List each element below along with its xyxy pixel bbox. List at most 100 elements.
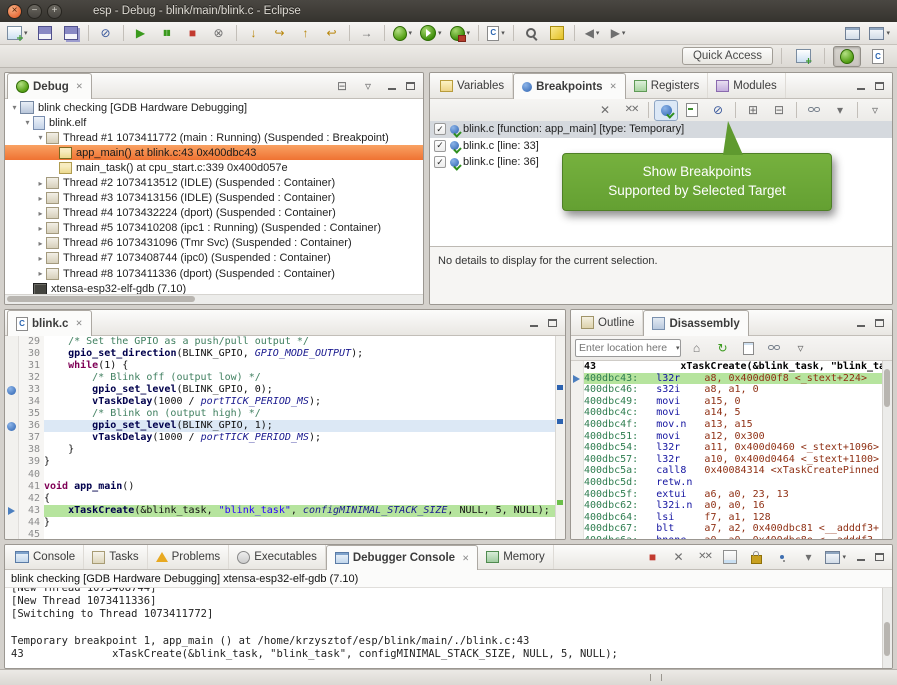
- code-line[interactable]: void app_main(): [44, 481, 555, 493]
- debug-tree-row[interactable]: ▾blink.elf: [5, 115, 423, 130]
- gutter-row[interactable]: [5, 432, 18, 444]
- debug-tree-row[interactable]: ▸Thread #2 1073413512 (IDLE) (Suspended …: [5, 175, 423, 190]
- save-button[interactable]: [33, 23, 57, 44]
- debug-perspective-button[interactable]: [833, 46, 861, 67]
- disassembly-row[interactable]: 400dbc62: l32i.n a0, a0, 16: [584, 500, 882, 512]
- clear-console-button[interactable]: [718, 547, 742, 568]
- tab-breakpoints[interactable]: Breakpoints✕: [513, 73, 626, 99]
- disassembly-view-menu-button[interactable]: ▿: [789, 338, 813, 359]
- forward-button[interactable]: ▶▾: [606, 23, 630, 44]
- code-line[interactable]: [44, 529, 555, 539]
- code-line[interactable]: /* Set the GPIO as a push/pull output */: [44, 336, 555, 348]
- maximize-view-button[interactable]: [871, 315, 888, 331]
- expander-collapsed-icon[interactable]: ▸: [35, 179, 46, 188]
- window-maximize-button[interactable]: +: [47, 4, 62, 19]
- debug-tree-row[interactable]: app_main() at blink.c:43 0x400dbc43: [5, 145, 423, 160]
- cpp-perspective-button[interactable]: C: [865, 46, 891, 67]
- disassembly-row[interactable]: 400dbc67: blt a7, a2, 0x400dbc81 <__addd…: [584, 523, 882, 535]
- tab-blink-c[interactable]: C blink.c ✕: [7, 310, 92, 336]
- display-selected-console-button[interactable]: ▾: [796, 547, 820, 568]
- minimize-view-button[interactable]: [525, 315, 542, 331]
- new-button[interactable]: ▾: [4, 23, 31, 44]
- scroll-lock-button[interactable]: [744, 547, 768, 568]
- code-line[interactable]: }: [44, 456, 555, 468]
- disassembly-row[interactable]: 400dbc5a: call8 0x40084314 <xTaskCreateP…: [584, 465, 882, 477]
- save-all-button[interactable]: [59, 23, 83, 44]
- gutter-row[interactable]: [5, 396, 18, 408]
- code-line[interactable]: /* Blink on (output high) */: [44, 408, 555, 420]
- location-combo[interactable]: ▾: [575, 339, 681, 357]
- debug-tree-row[interactable]: ▸Thread #6 1073431096 (Tmr Svc) (Suspend…: [5, 236, 423, 251]
- code-line[interactable]: gpio_set_direction(BLINK_GPIO, GPIO_MODE…: [44, 348, 555, 360]
- expander-collapsed-icon[interactable]: ▸: [35, 254, 46, 263]
- debug-tree-row[interactable]: main_task() at cpu_start.c:339 0x400d057…: [5, 160, 423, 175]
- quick-access-button[interactable]: Quick Access: [682, 47, 773, 65]
- breakpoint-checkbox[interactable]: ✓: [434, 140, 446, 152]
- expander-collapsed-icon[interactable]: ▸: [35, 269, 46, 278]
- pin-console-button[interactable]: [770, 547, 794, 568]
- collapse-all-button[interactable]: ⊟: [330, 75, 354, 96]
- editor-gutter[interactable]: [5, 336, 19, 539]
- debug-horizontal-scrollbar[interactable]: [5, 294, 423, 304]
- refresh-disassembly-button[interactable]: ↻: [711, 338, 735, 359]
- show-source-button[interactable]: [737, 338, 761, 359]
- debug-tree-row[interactable]: ▾Thread #1 1073411772 (main : Running) (…: [5, 130, 423, 145]
- editor-overview-ruler[interactable]: [555, 336, 565, 539]
- group-by-button[interactable]: ▾: [828, 100, 852, 121]
- gutter-row[interactable]: [5, 529, 18, 539]
- console-scrollbar[interactable]: [882, 588, 892, 668]
- gutter-row[interactable]: [5, 336, 18, 348]
- window-close-button[interactable]: ×: [7, 4, 22, 19]
- scrollbar-thumb[interactable]: [7, 296, 195, 302]
- terminate-button[interactable]: ■: [181, 23, 205, 44]
- gutter-row[interactable]: [5, 384, 18, 396]
- disassembly-row[interactable]: 400dbc64: lsi f7, a1, 128: [584, 512, 882, 524]
- scrollbar-thumb[interactable]: [884, 622, 890, 656]
- editor-area-restore-button[interactable]: ▾: [866, 23, 893, 44]
- drop-to-frame-button[interactable]: ↩: [320, 23, 344, 44]
- terminate-console-button[interactable]: ■: [640, 547, 664, 568]
- gutter-row[interactable]: [5, 456, 18, 468]
- mark-occurrences-button[interactable]: [545, 23, 569, 44]
- debug-tree-row[interactable]: ▸Thread #8 1073411336 (dport) (Suspended…: [5, 266, 423, 281]
- breakpoint-checkbox[interactable]: ✓: [434, 123, 446, 135]
- search-button[interactable]: [519, 23, 543, 44]
- debug-tree-row[interactable]: ▸Thread #3 1073413156 (IDLE) (Suspended …: [5, 191, 423, 206]
- code-line[interactable]: [44, 469, 555, 481]
- open-perspective-button[interactable]: [791, 46, 815, 67]
- debug-view-menu-button[interactable]: ▿: [356, 75, 380, 96]
- show-breakpoints-supported-by-selected-target-button[interactable]: [654, 100, 678, 121]
- breakpoint-row[interactable]: ✓blink.c [function: app_main] [type: Tem…: [430, 121, 892, 138]
- disassembly-margin[interactable]: [571, 361, 584, 539]
- debug-tree-row[interactable]: ▸Thread #7 1073408744 (ipc0) (Suspended …: [5, 251, 423, 266]
- code-line[interactable]: vTaskDelay(1000 / portTICK_PERIOD_MS);: [44, 396, 555, 408]
- instruction-stepping-button[interactable]: →: [355, 23, 379, 44]
- tab-debugger-console[interactable]: Debugger Console✕: [326, 545, 478, 570]
- code-line[interactable]: xTaskCreate(&blink_task, "blink_task", c…: [44, 505, 555, 517]
- location-input[interactable]: [576, 342, 674, 354]
- code-line[interactable]: while(1) {: [44, 360, 555, 372]
- code-line[interactable]: vTaskDelay(1000 / portTICK_PERIOD_MS);: [44, 432, 555, 444]
- tab-console[interactable]: Console: [7, 545, 84, 569]
- minimize-view-button[interactable]: [383, 78, 400, 94]
- remove-selected-breakpoints-button[interactable]: ✕: [593, 100, 617, 121]
- expander-expanded-icon[interactable]: ▾: [9, 103, 20, 112]
- disassembly-row[interactable]: 400dbc43: l32r a8, 0x400d00f8 <_stext+22…: [584, 373, 882, 385]
- breakpoint-annotation[interactable]: [557, 419, 563, 424]
- disassembly-row[interactable]: 400dbc4f: mov.n a13, a15: [584, 419, 882, 431]
- minimize-view-button[interactable]: [852, 549, 869, 565]
- disconnect-button[interactable]: ⊗: [207, 23, 231, 44]
- sync-with-active-debug-context-button[interactable]: [763, 338, 787, 359]
- current-line-annotation[interactable]: [557, 500, 563, 505]
- gutter-row[interactable]: [5, 493, 18, 505]
- code-line[interactable]: gpio_set_level(BLINK_GPIO, 0);: [44, 384, 555, 396]
- gutter-row[interactable]: [5, 348, 18, 360]
- maximize-view-button[interactable]: [402, 78, 419, 94]
- dropdown-arrow-icon[interactable]: ▾: [676, 344, 680, 352]
- maximize-view-button[interactable]: [871, 549, 888, 565]
- tab-modules[interactable]: Modules: [708, 73, 785, 98]
- window-minimize-button[interactable]: −: [27, 4, 42, 19]
- disassembly-row[interactable]: 400dbc4c: movi a14, 5: [584, 407, 882, 419]
- window-titlebar[interactable]: × − + esp - Debug - blink/main/blink.c -…: [0, 0, 897, 22]
- code-line[interactable]: gpio_set_level(BLINK_GPIO, 1);: [44, 420, 555, 432]
